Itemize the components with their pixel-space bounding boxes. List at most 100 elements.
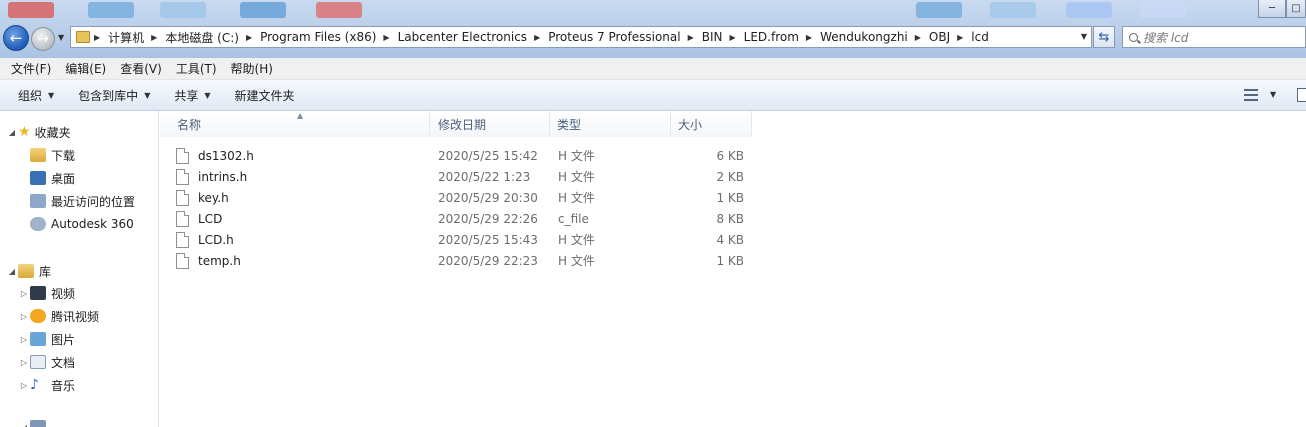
refresh-button[interactable]: ⇆ [1093, 26, 1115, 48]
thumbnail-icon [916, 2, 962, 18]
view-options-icon[interactable] [1244, 89, 1258, 101]
breadcrumb-item-current[interactable]: lcd [971, 30, 989, 44]
menu-help[interactable]: 帮助(H) [224, 60, 280, 77]
new-folder-button[interactable]: 新建文件夹 [227, 87, 303, 104]
library-icon [18, 264, 34, 278]
collapsed-triangle-icon[interactable]: ▷ [18, 358, 30, 367]
table-row[interactable]: LCD 2020/5/29 22:26 c_file 8 KB [176, 208, 744, 229]
expand-triangle-icon[interactable]: ◢ [6, 267, 18, 276]
explorer-window: ─ □ ← → ▼ ▶ 计算机 ▶ 本地磁盘 (C:) ▶ Program File… [0, 0, 1306, 427]
recent-pages-dropdown[interactable]: ▼ [58, 33, 64, 42]
collapsed-triangle-icon[interactable]: ▷ [18, 289, 30, 298]
table-row[interactable]: temp.h 2020/5/29 22:23 H 文件 1 KB [176, 250, 744, 271]
file-icon [176, 168, 189, 185]
address-bar[interactable]: ▶ 计算机 ▶ 本地磁盘 (C:) ▶ Program Files (x86) ▶ L… [70, 26, 1092, 48]
breadcrumb-item[interactable]: 计算机 ▶ [108, 29, 165, 46]
table-row[interactable]: key.h 2020/5/29 20:30 H 文件 1 KB [176, 187, 744, 208]
column-header-name[interactable]: 名称 [160, 111, 430, 137]
menu-view[interactable]: 查看(V) [113, 60, 169, 77]
file-size: 2 KB [716, 169, 744, 184]
menu-edit[interactable]: 编辑(E) [58, 60, 113, 77]
thumbnail-icon [990, 2, 1036, 18]
nav-item-videos[interactable]: ▷ 视频 [18, 283, 75, 303]
nav-libraries[interactable]: ◢ 库 [6, 261, 51, 281]
breadcrumb-item[interactable]: Wendukongzhi ▶ [820, 30, 929, 44]
collapsed-triangle-icon[interactable]: ▷ [18, 312, 30, 321]
file-size: 4 KB [716, 232, 744, 247]
column-header-type[interactable]: 类型 [550, 111, 671, 137]
nav-favorites[interactable]: ◢ ★ 收藏夹 [6, 122, 71, 142]
file-icon [176, 147, 189, 164]
file-icon [176, 210, 189, 227]
title-bar: ─ □ ← → ▼ ▶ 计算机 ▶ 本地磁盘 (C:) ▶ Program File… [0, 0, 1306, 58]
column-header-date[interactable]: 修改日期 [430, 111, 550, 137]
collapsed-triangle-icon[interactable]: ▷ [18, 381, 30, 390]
file-date: 2020/5/22 1:23 [438, 169, 531, 184]
search-input[interactable]: 搜索 lcd [1122, 26, 1306, 48]
column-header-size[interactable]: 大小 [671, 111, 752, 137]
file-date: 2020/5/29 22:23 [438, 253, 538, 268]
back-button[interactable]: ← [3, 25, 29, 51]
file-type: H 文件 [558, 149, 595, 163]
nav-item-recent-places[interactable]: 最近访问的位置 [30, 191, 135, 211]
chevron-down-icon: ▼ [144, 90, 151, 100]
computer-icon [30, 420, 46, 427]
table-row[interactable]: ds1302.h 2020/5/25 15:42 H 文件 6 KB [176, 145, 744, 166]
file-size: 1 KB [716, 253, 744, 268]
file-type: c_file [558, 211, 589, 226]
breadcrumb-item[interactable]: Proteus 7 Professional ▶ [548, 30, 702, 44]
folder-icon [76, 31, 90, 43]
nav-item-music[interactable]: ▷ ♪ 音乐 [18, 375, 75, 395]
arrow-left-icon: ← [9, 29, 23, 47]
breadcrumb-item[interactable]: BIN ▶ [702, 30, 744, 44]
thumbnail-icon [160, 2, 206, 18]
preview-pane-icon[interactable] [1297, 88, 1306, 102]
file-type: H 文件 [558, 254, 595, 268]
refresh-icon: ⇆ [1098, 29, 1110, 45]
maximize-button[interactable]: □ [1286, 0, 1306, 18]
table-row[interactable]: LCD.h 2020/5/25 15:43 H 文件 4 KB [176, 229, 744, 250]
view-dropdown-icon[interactable]: ▼ [1270, 90, 1276, 99]
cloud-icon [30, 217, 46, 231]
nav-item-tencent-video[interactable]: ▷ 腾讯视频 [18, 306, 99, 326]
breadcrumb-item[interactable]: Program Files (x86) ▶ [260, 30, 397, 44]
picture-icon [30, 332, 46, 346]
thumbnail-icon [240, 2, 286, 18]
menu-file[interactable]: 文件(F) [4, 60, 58, 77]
nav-item-downloads[interactable]: 下载 [30, 145, 75, 165]
organize-button[interactable]: 组织 ▼ [10, 87, 62, 104]
breadcrumb-item[interactable]: Labcenter Electronics ▶ [398, 30, 549, 44]
file-date: 2020/5/29 22:26 [438, 211, 538, 226]
music-note-icon: ♪ [30, 377, 39, 393]
share-button[interactable]: 共享 ▼ [166, 87, 218, 104]
breadcrumb-item[interactable]: OBJ ▶ [929, 30, 971, 44]
menu-bar: 文件(F) 编辑(E) 查看(V) 工具(T) 帮助(H) [0, 58, 1306, 80]
nav-item-autodesk[interactable]: Autodesk 360 [30, 214, 134, 234]
breadcrumb-separator[interactable]: ▶ [94, 33, 108, 42]
breadcrumb-item[interactable]: 本地磁盘 (C:) ▶ [165, 29, 260, 46]
expand-triangle-icon[interactable]: ◢ [18, 423, 30, 427]
breadcrumb-item[interactable]: LED.from ▶ [744, 30, 820, 44]
collapsed-triangle-icon[interactable]: ▷ [18, 335, 30, 344]
file-icon [176, 189, 189, 206]
include-in-library-button[interactable]: 包含到库中 ▼ [70, 87, 158, 104]
tencent-video-icon [30, 309, 46, 323]
nav-item-documents[interactable]: ▷ 文档 [18, 352, 75, 372]
file-name: ds1302.h [198, 148, 254, 163]
table-row[interactable]: intrins.h 2020/5/22 1:23 H 文件 2 KB [176, 166, 744, 187]
nav-item-computer-partial[interactable]: ◢ [18, 417, 51, 427]
file-name: LCD.h [198, 232, 234, 247]
file-icon [176, 231, 189, 248]
file-name: temp.h [198, 253, 241, 268]
address-history-dropdown[interactable]: ▼ [1081, 32, 1087, 41]
nav-item-desktop[interactable]: 桌面 [30, 168, 75, 188]
expand-triangle-icon[interactable]: ◢ [6, 128, 18, 137]
menu-tools[interactable]: 工具(T) [169, 60, 224, 77]
navigation-pane: ◢ ★ 收藏夹 下载 桌面 最近访问的位置 Autodesk 360 ◢ 库 ▷ [0, 111, 159, 427]
nav-item-pictures[interactable]: ▷ 图片 [18, 329, 75, 349]
forward-button[interactable]: → [31, 27, 55, 51]
file-size: 6 KB [716, 148, 744, 163]
minimize-button[interactable]: ─ [1258, 0, 1286, 18]
arrow-right-icon: → [37, 31, 49, 47]
background-thumbnails [0, 0, 1306, 18]
